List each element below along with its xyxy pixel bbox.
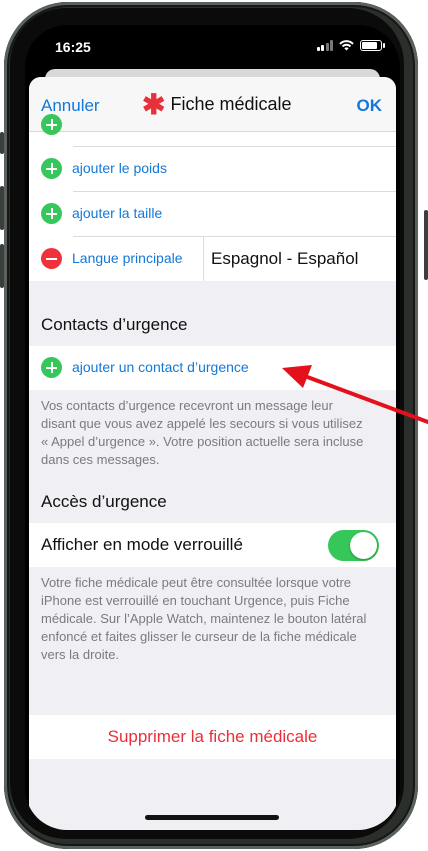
annotation-arrow — [282, 365, 428, 424]
